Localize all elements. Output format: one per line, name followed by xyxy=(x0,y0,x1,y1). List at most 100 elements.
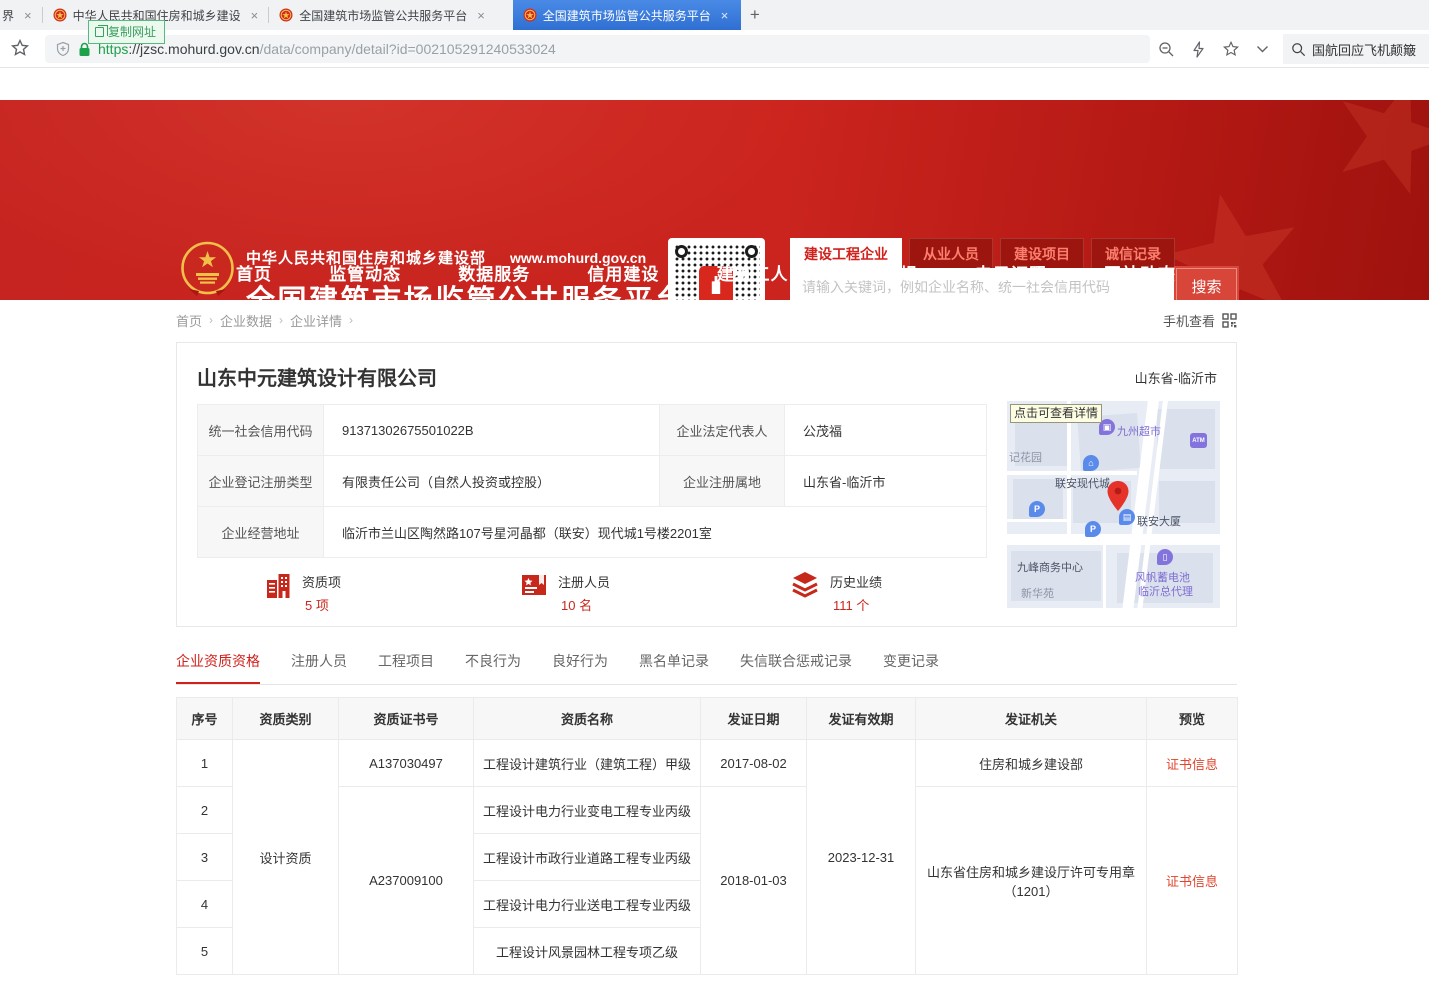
search-icon xyxy=(1291,42,1306,57)
tab-title: 全国建筑市场监管公共服务平台 xyxy=(543,7,711,24)
stat-label: 资质项 xyxy=(302,572,341,591)
chevron-down-icon[interactable] xyxy=(1256,45,1269,54)
parking-icon: P xyxy=(1029,501,1045,517)
col-header-cert-no: 资质证书号 xyxy=(339,698,474,740)
legal-rep-label: 企业法定代表人 xyxy=(660,405,785,456)
emblem-favicon-icon xyxy=(279,8,293,22)
company-region: 山东省-临沂市 xyxy=(1135,368,1217,387)
credit-code-label: 统一社会信用代码 xyxy=(198,405,324,456)
cell-cert-no: A237009100 xyxy=(339,787,474,975)
tab-projects[interactable]: 工程项目 xyxy=(378,651,434,684)
cell-cert-no: A137030497 xyxy=(339,740,474,787)
shield-icon[interactable] xyxy=(55,41,71,57)
reg-region-value: 山东省-临沂市 xyxy=(785,456,987,507)
map-label-lianan-tower: 联安大厦 xyxy=(1137,513,1181,529)
stat-history-performance[interactable]: 历史业绩 111 个 xyxy=(790,571,882,614)
browser-chrome: 界 × 中华人民共和国住房和城乡建设 × 全国建筑市场监管公共服务平台 × 全国… xyxy=(0,0,1429,68)
cell-no: 3 xyxy=(177,834,233,881)
battery-pin-icon: ▯ xyxy=(1157,549,1173,565)
parking-icon: P xyxy=(1085,521,1101,537)
residence-pin-icon: ⌂ xyxy=(1083,455,1099,471)
breadcrumb-home[interactable]: 首页 xyxy=(176,311,202,330)
nav-item-supervision[interactable]: 监管动态 xyxy=(329,260,401,285)
nav-item-credit[interactable]: 信用建设 xyxy=(587,260,659,285)
tab-blacklist[interactable]: 黑名单记录 xyxy=(639,651,709,684)
copy-icon xyxy=(95,27,104,37)
nav-item-e-license[interactable]: 电子证照 xyxy=(975,260,1047,285)
url-bar[interactable]: https://jzsc.mohurd.gov.cn/data/company/… xyxy=(45,35,1150,63)
detail-tabs: 企业资质资格 注册人员 工程项目 不良行为 良好行为 黑名单记录 失信联合惩戒记… xyxy=(176,651,1237,685)
certificate-info-link[interactable]: 证书信息 xyxy=(1166,757,1218,772)
tab-strip: 界 × 中华人民共和国住房和城乡建设 × 全国建筑市场监管公共服务平台 × 全国… xyxy=(0,0,1429,30)
copy-url-tooltip: 复制网址 xyxy=(88,20,165,44)
favorite-star-icon[interactable] xyxy=(1222,40,1240,58)
stat-qualifications[interactable]: 资质项 5 项 xyxy=(265,571,341,614)
tab-dishonesty[interactable]: 失信联合惩戒记录 xyxy=(740,651,852,684)
stat-registered-personnel[interactable]: 注册人员 10 名 xyxy=(520,571,610,614)
certificate-info-link[interactable]: 证书信息 xyxy=(1166,874,1218,889)
browser-tab-active[interactable]: 全国建筑市场监管公共服务平台 × xyxy=(513,0,741,30)
company-card: 山东中元建筑设计有限公司 山东省-临沂市 统一社会信用代码 9137130267… xyxy=(176,342,1237,627)
nav-item-policy[interactable]: 政策法规 xyxy=(846,260,918,285)
breadcrumb-company-detail[interactable]: 企业详情 xyxy=(290,311,342,330)
main-navigation: 首页 监管动态 数据服务 信用建设 建筑工人 政策法规 电子证照 网站动态 xyxy=(176,245,1237,300)
zoom-out-icon[interactable] xyxy=(1158,41,1175,58)
layers-icon xyxy=(790,571,820,599)
close-icon[interactable]: × xyxy=(473,9,485,22)
nav-item-data-service[interactable]: 数据服务 xyxy=(458,260,530,285)
col-header-authority: 发证机关 xyxy=(916,698,1147,740)
tab-title: 全国建筑市场监管公共服务平台 xyxy=(299,7,467,24)
stat-label: 历史业绩 xyxy=(830,572,882,591)
cell-no: 2 xyxy=(177,787,233,834)
flag-star-decoration xyxy=(1327,100,1429,200)
browser-tab-3[interactable]: 全国建筑市场监管公共服务平台 × xyxy=(269,0,495,30)
tab-good-behavior[interactable]: 良好行为 xyxy=(552,651,608,684)
breadcrumb: 首页› 企业数据› 企业详情› 手机查看 xyxy=(176,300,1237,340)
location-map[interactable]: 点击可查看详情 ▣ 九州超市 ATM 记花园 ⌂ 联安现代城 ▤ 联安大厦 P … xyxy=(1007,401,1220,608)
browser-tab-1[interactable]: 界 × xyxy=(0,0,42,30)
qualification-table: 序号 资质类别 资质证书号 资质名称 发证日期 发证有效期 发证机关 预览 1 … xyxy=(176,697,1238,975)
tab-registered-personnel[interactable]: 注册人员 xyxy=(291,651,347,684)
hot-search-box[interactable]: 国航回应飞机颠簸 xyxy=(1283,34,1429,64)
legal-rep-value: 公茂福 xyxy=(785,405,987,456)
new-tab-button[interactable]: + xyxy=(741,0,769,30)
flash-icon[interactable] xyxy=(1191,41,1206,58)
tab-title: 界 xyxy=(2,7,14,24)
mobile-view-button[interactable]: 手机查看 xyxy=(1163,311,1237,330)
cell-authority: 住房和城乡建设部 xyxy=(916,740,1147,787)
map-label-supermarket: 九州超市 xyxy=(1117,423,1161,439)
reg-region-label: 企业注册属地 xyxy=(660,456,785,507)
nav-item-workers[interactable]: 建筑工人 xyxy=(717,260,789,285)
close-icon[interactable]: × xyxy=(717,9,729,22)
map-label-xinhuayuan: 新华苑 xyxy=(1021,585,1054,601)
toolbar-icons xyxy=(1158,35,1269,63)
cell-no: 1 xyxy=(177,740,233,787)
close-icon[interactable]: × xyxy=(20,9,32,22)
stat-value: 111 个 xyxy=(830,595,882,614)
credit-code-value: 91371302675501022B xyxy=(324,405,660,456)
tab-qualifications[interactable]: 企业资质资格 xyxy=(176,651,260,684)
building-icon xyxy=(265,571,292,599)
close-icon[interactable]: × xyxy=(247,9,259,22)
emblem-favicon-icon xyxy=(523,8,537,22)
tab-change-records[interactable]: 变更记录 xyxy=(883,651,939,684)
hot-search-text: 国航回应飞机颠簸 xyxy=(1312,40,1416,59)
page-content: 首页› 企业数据› 企业详情› 手机查看 山东中元建筑设计有限公司 山东省-临沂… xyxy=(176,300,1237,975)
nav-item-site-news[interactable]: 网站动态 xyxy=(1104,260,1176,285)
cell-no: 4 xyxy=(177,881,233,928)
map-label-business-center: 九峰商务中心 xyxy=(1017,559,1083,575)
col-header-no: 序号 xyxy=(177,698,233,740)
site-banner: 中华人民共和国住房和城乡建设部 www.mohurd.gov.cn 全国建筑市场… xyxy=(0,100,1429,300)
nav-item-home[interactable]: 首页 xyxy=(236,260,272,285)
tab-bad-behavior[interactable]: 不良行为 xyxy=(465,651,521,684)
cell-category: 设计资质 xyxy=(233,740,339,975)
bookmark-star-icon[interactable] xyxy=(10,38,30,58)
stat-value: 10 名 xyxy=(558,595,610,614)
stat-value: 5 项 xyxy=(302,595,341,614)
cell-name: 工程设计风景园林工程专项乙级 xyxy=(474,928,701,975)
stat-label: 注册人员 xyxy=(558,572,610,591)
cell-authority: 山东省住房和城乡建设厅许可专用章 （1201） xyxy=(916,787,1147,975)
breadcrumb-company-data[interactable]: 企业数据 xyxy=(220,311,272,330)
cell-valid-until: 2023-12-31 xyxy=(807,740,916,975)
map-label-battery-2: 临沂总代理 xyxy=(1138,583,1193,599)
